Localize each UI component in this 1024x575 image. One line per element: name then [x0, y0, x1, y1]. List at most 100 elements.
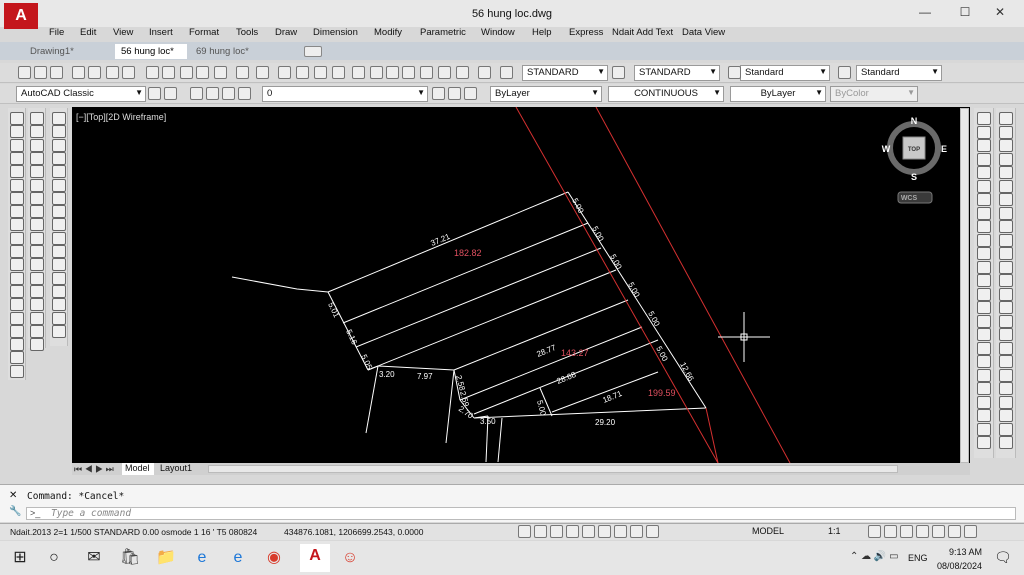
modify-tool-icon[interactable] — [999, 179, 1013, 193]
draw-tool-icon[interactable] — [977, 152, 991, 166]
modify-tool-icon[interactable] — [999, 409, 1013, 422]
draw-tool-icon[interactable] — [977, 260, 991, 274]
draw-tool-icon[interactable] — [10, 298, 24, 312]
inquiry-tool-icon[interactable] — [52, 151, 66, 165]
modify-tool-icon[interactable] — [30, 231, 44, 245]
inquiry-tool-icon[interactable] — [52, 258, 66, 272]
toolbar-tool-icon[interactable] — [370, 66, 383, 79]
language-indicator[interactable]: ENG — [908, 553, 928, 563]
status-tray-icon[interactable] — [932, 525, 945, 538]
draw-tool-icon[interactable] — [977, 368, 991, 382]
edge-icon[interactable]: e — [190, 546, 214, 570]
modify-tool-icon[interactable] — [30, 311, 44, 325]
toolbar-tool-icon[interactable] — [386, 66, 399, 79]
draw-tool-icon[interactable] — [977, 139, 991, 152]
toolbar-tool-icon[interactable] — [196, 66, 209, 79]
wcs-label[interactable]: WCS — [901, 195, 918, 202]
toolbar-tool-icon[interactable] — [162, 66, 175, 79]
status-toggle-icon[interactable] — [566, 525, 579, 538]
draw-tool-icon[interactable] — [10, 218, 24, 232]
draw-tool-icon[interactable] — [977, 112, 991, 125]
modify-tool-icon[interactable] — [999, 287, 1013, 301]
modify-tool-icon[interactable] — [30, 258, 44, 272]
toolbar-tool-icon[interactable] — [420, 66, 433, 79]
vertical-scrollbar[interactable] — [960, 108, 969, 463]
menu-view[interactable]: View — [113, 27, 133, 38]
modify-tool-icon[interactable] — [30, 284, 44, 298]
menu-modify[interactable]: Modify — [374, 27, 402, 38]
drawing-canvas[interactable]: 182.82 143.27 199.59 37.21 28.77 28.68 18.71 29… — [72, 107, 970, 463]
layer-tool-icon[interactable] — [222, 87, 235, 100]
draw-tool-icon[interactable] — [10, 324, 24, 338]
file-explorer-icon[interactable]: 📁 — [154, 546, 178, 570]
draw-tool-icon[interactable] — [977, 247, 991, 260]
layer-tool-icon[interactable] — [164, 87, 177, 100]
menu-help[interactable]: Help — [532, 27, 552, 38]
modify-tool-icon[interactable] — [999, 260, 1013, 274]
toolbar-tool-icon[interactable] — [106, 66, 119, 79]
draw-tool-icon[interactable] — [977, 314, 991, 328]
modify-tool-icon[interactable] — [999, 395, 1013, 409]
draw-tool-icon[interactable] — [977, 341, 991, 355]
inquiry-tool-icon[interactable] — [52, 191, 66, 205]
inquiry-tool-icon[interactable] — [52, 112, 66, 125]
store-icon[interactable]: 🛍 — [118, 546, 142, 570]
viewcube-south[interactable]: S — [911, 172, 917, 182]
menu-window[interactable]: Window — [481, 27, 515, 38]
tab-69-hung-loc[interactable]: 69 hung loc* — [190, 44, 298, 59]
tab-drawing1[interactable]: Drawing1* — [24, 44, 112, 59]
draw-tool-icon[interactable] — [10, 231, 24, 245]
menu-tools[interactable]: Tools — [236, 27, 258, 38]
menu-format[interactable]: Format — [189, 27, 219, 38]
draw-tool-icon[interactable] — [977, 409, 991, 422]
modify-tool-icon[interactable] — [30, 112, 44, 125]
modify-tool-icon[interactable] — [30, 218, 44, 232]
minimize-button[interactable]: — — [915, 5, 935, 21]
menu-express[interactable]: Express — [569, 27, 603, 38]
toolbar-tool-icon[interactable] — [122, 66, 135, 79]
inquiry-tool-icon[interactable] — [52, 178, 66, 192]
new-tab-button[interactable] — [304, 46, 322, 57]
modify-tool-icon[interactable] — [30, 151, 44, 165]
table-style-combo[interactable]: Standard ▼ — [740, 65, 830, 81]
toolbar-tool-icon[interactable] — [402, 66, 415, 79]
draw-tool-icon[interactable] — [977, 422, 991, 436]
inquiry-tool-icon[interactable] — [52, 284, 66, 298]
draw-tool-icon[interactable] — [10, 191, 24, 205]
inquiry-tool-icon[interactable] — [52, 218, 66, 232]
draw-tool-icon[interactable] — [10, 258, 24, 272]
inquiry-tool-icon[interactable] — [52, 125, 66, 139]
color-combo[interactable]: ByLayer ▼ — [490, 86, 602, 102]
draw-tool-icon[interactable] — [10, 151, 24, 165]
draw-tool-icon[interactable] — [977, 301, 991, 314]
toolbar-tool-icon[interactable] — [438, 66, 451, 79]
toolbar-tool-icon[interactable] — [18, 66, 31, 79]
status-toggle-icon[interactable] — [582, 525, 595, 538]
draw-tool-icon[interactable] — [10, 125, 24, 139]
draw-tool-icon[interactable] — [977, 355, 991, 368]
status-tray-icon[interactable] — [900, 525, 913, 538]
modify-tool-icon[interactable] — [30, 271, 44, 285]
modify-tool-icon[interactable] — [999, 220, 1013, 233]
modify-tool-icon[interactable] — [999, 152, 1013, 166]
draw-tool-icon[interactable] — [977, 125, 991, 139]
search-icon[interactable]: ○ — [42, 546, 66, 570]
modify-tool-icon[interactable] — [999, 112, 1013, 125]
modify-tool-icon[interactable] — [999, 355, 1013, 368]
clock-date[interactable]: 08/08/2024 — [934, 561, 982, 571]
status-toggle-icon[interactable] — [534, 525, 547, 538]
tab-layout1[interactable]: Layout1 — [157, 463, 197, 475]
linetype-combo[interactable]: CONTINUOUS ▼ — [608, 86, 724, 102]
close-button[interactable]: ✕ — [990, 5, 1010, 21]
viewcube-top-label[interactable]: TOP — [908, 147, 920, 153]
status-tray-icon[interactable] — [884, 525, 897, 538]
inquiry-tool-icon[interactable] — [52, 271, 66, 285]
status-toggle-icon[interactable] — [550, 525, 563, 538]
draw-tool-icon[interactable] — [977, 328, 991, 341]
modify-tool-icon[interactable] — [999, 382, 1013, 395]
draw-tool-icon[interactable] — [10, 364, 24, 378]
modify-tool-icon[interactable] — [30, 205, 44, 219]
ie-icon[interactable]: e — [226, 546, 250, 570]
close-command-icon[interactable]: ✕ — [9, 490, 17, 501]
toolbar-tool-icon[interactable] — [50, 66, 63, 79]
